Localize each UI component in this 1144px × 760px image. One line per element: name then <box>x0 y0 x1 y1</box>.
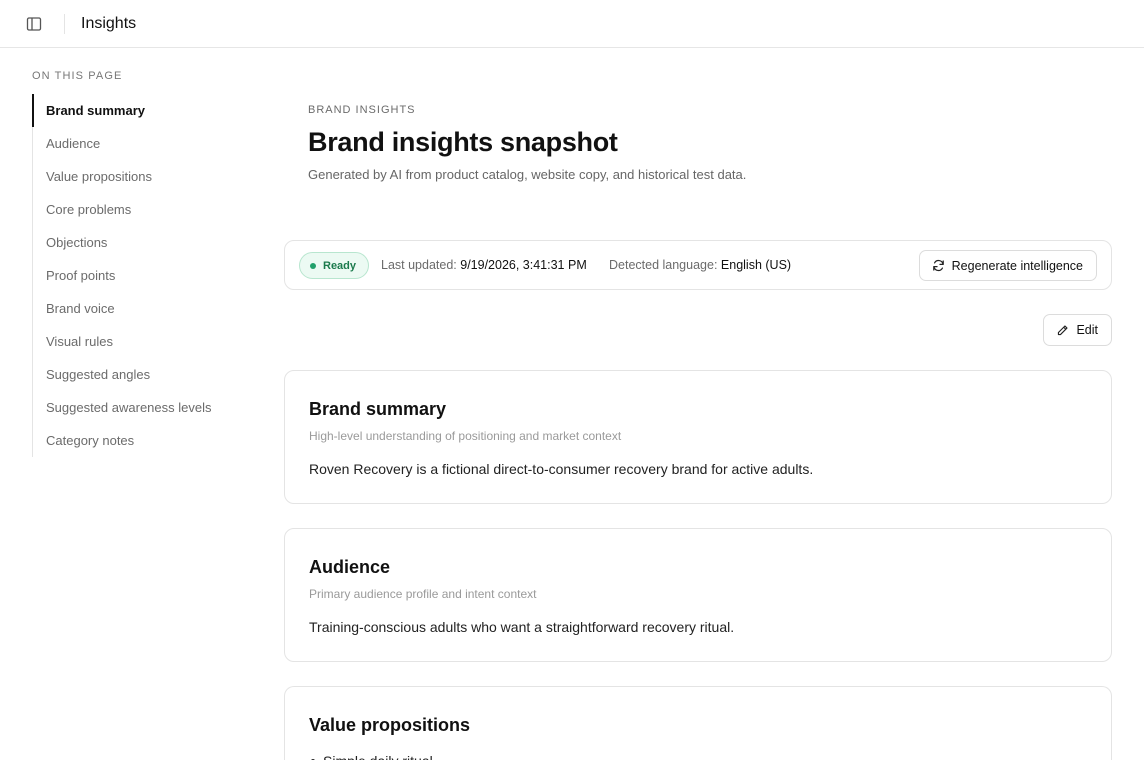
regenerate-intelligence-label: Regenerate intelligence <box>951 258 1083 273</box>
card-body: Training-conscious adults who want a str… <box>309 619 735 635</box>
toc-item-brand-voice[interactable]: Brand voice <box>33 292 262 325</box>
card-body: Roven Recovery is a fictional direct-to-… <box>309 461 814 477</box>
toc-item-proof-points[interactable]: Proof points <box>33 259 262 292</box>
last-updated-label: Last updated: <box>381 258 457 272</box>
toc-item-objections[interactable]: Objections <box>33 226 262 259</box>
detected-language-label: Detected language: <box>609 258 718 272</box>
card-description: High-level understanding of positioning … <box>309 429 622 443</box>
detected-language: Detected language: English (US) <box>609 257 791 274</box>
top-bar: Insights <box>0 0 1144 48</box>
status-dot-icon <box>310 262 316 269</box>
pencil-icon <box>1056 324 1069 337</box>
app-title: Insights <box>81 15 137 32</box>
toc-item-category-notes[interactable]: Category notes <box>33 424 262 457</box>
status-bar: Ready Last updated: 9/19/2026, 3:41:31 P… <box>284 240 1112 290</box>
page-eyebrow: BRAND INSIGHTS <box>308 104 416 116</box>
toc-item-value-propositions[interactable]: Value propositions <box>33 160 262 193</box>
value-propositions-card: Value propositions Simple daily ritual <box>284 686 1112 760</box>
sidebar-toggle-icon[interactable] <box>24 14 44 34</box>
value-propositions-list: Simple daily ritual <box>309 751 433 760</box>
on-this-page-nav: ON THIS PAGE Brand summary Audience Valu… <box>32 68 262 457</box>
toc-item-suggested-angles[interactable]: Suggested angles <box>33 358 262 391</box>
card-title: Audience <box>309 557 391 577</box>
toc-item-brand-summary[interactable]: Brand summary <box>32 94 262 127</box>
toc-list: Brand summary Audience Value proposition… <box>32 94 262 457</box>
topbar-divider <box>64 14 65 34</box>
toc-heading: ON THIS PAGE <box>32 70 123 82</box>
status-badge-label: Ready <box>323 259 357 272</box>
regenerate-intelligence-button[interactable]: Regenerate intelligence <box>918 250 1097 281</box>
card-title: Value propositions <box>309 715 471 735</box>
brand-summary-card: Brand summary High-level understanding o… <box>284 370 1112 504</box>
toc-item-visual-rules[interactable]: Visual rules <box>33 325 262 358</box>
detected-language-value: English (US) <box>720 258 792 272</box>
refresh-icon <box>932 259 945 272</box>
toc-item-core-problems[interactable]: Core problems <box>33 193 262 226</box>
toc-item-suggested-awareness-levels[interactable]: Suggested awareness levels <box>33 391 262 424</box>
last-updated: Last updated: 9/19/2026, 3:41:31 PM <box>381 257 587 274</box>
edit-label: Edit <box>1076 323 1098 337</box>
audience-card: Audience Primary audience profile and in… <box>284 528 1112 662</box>
list-item: Simple daily ritual <box>309 751 433 760</box>
toc-item-audience[interactable]: Audience <box>33 127 262 160</box>
page-title: Brand insights snapshot <box>308 127 618 157</box>
edit-button[interactable]: Edit <box>1043 314 1112 346</box>
card-title: Brand summary <box>309 399 447 419</box>
page-subtitle: Generated by AI from product catalog, we… <box>308 167 747 182</box>
last-updated-value: 9/19/2026, 3:41:31 PM <box>460 258 587 272</box>
status-badge: Ready <box>299 252 370 279</box>
card-description: Primary audience profile and intent cont… <box>309 587 537 601</box>
